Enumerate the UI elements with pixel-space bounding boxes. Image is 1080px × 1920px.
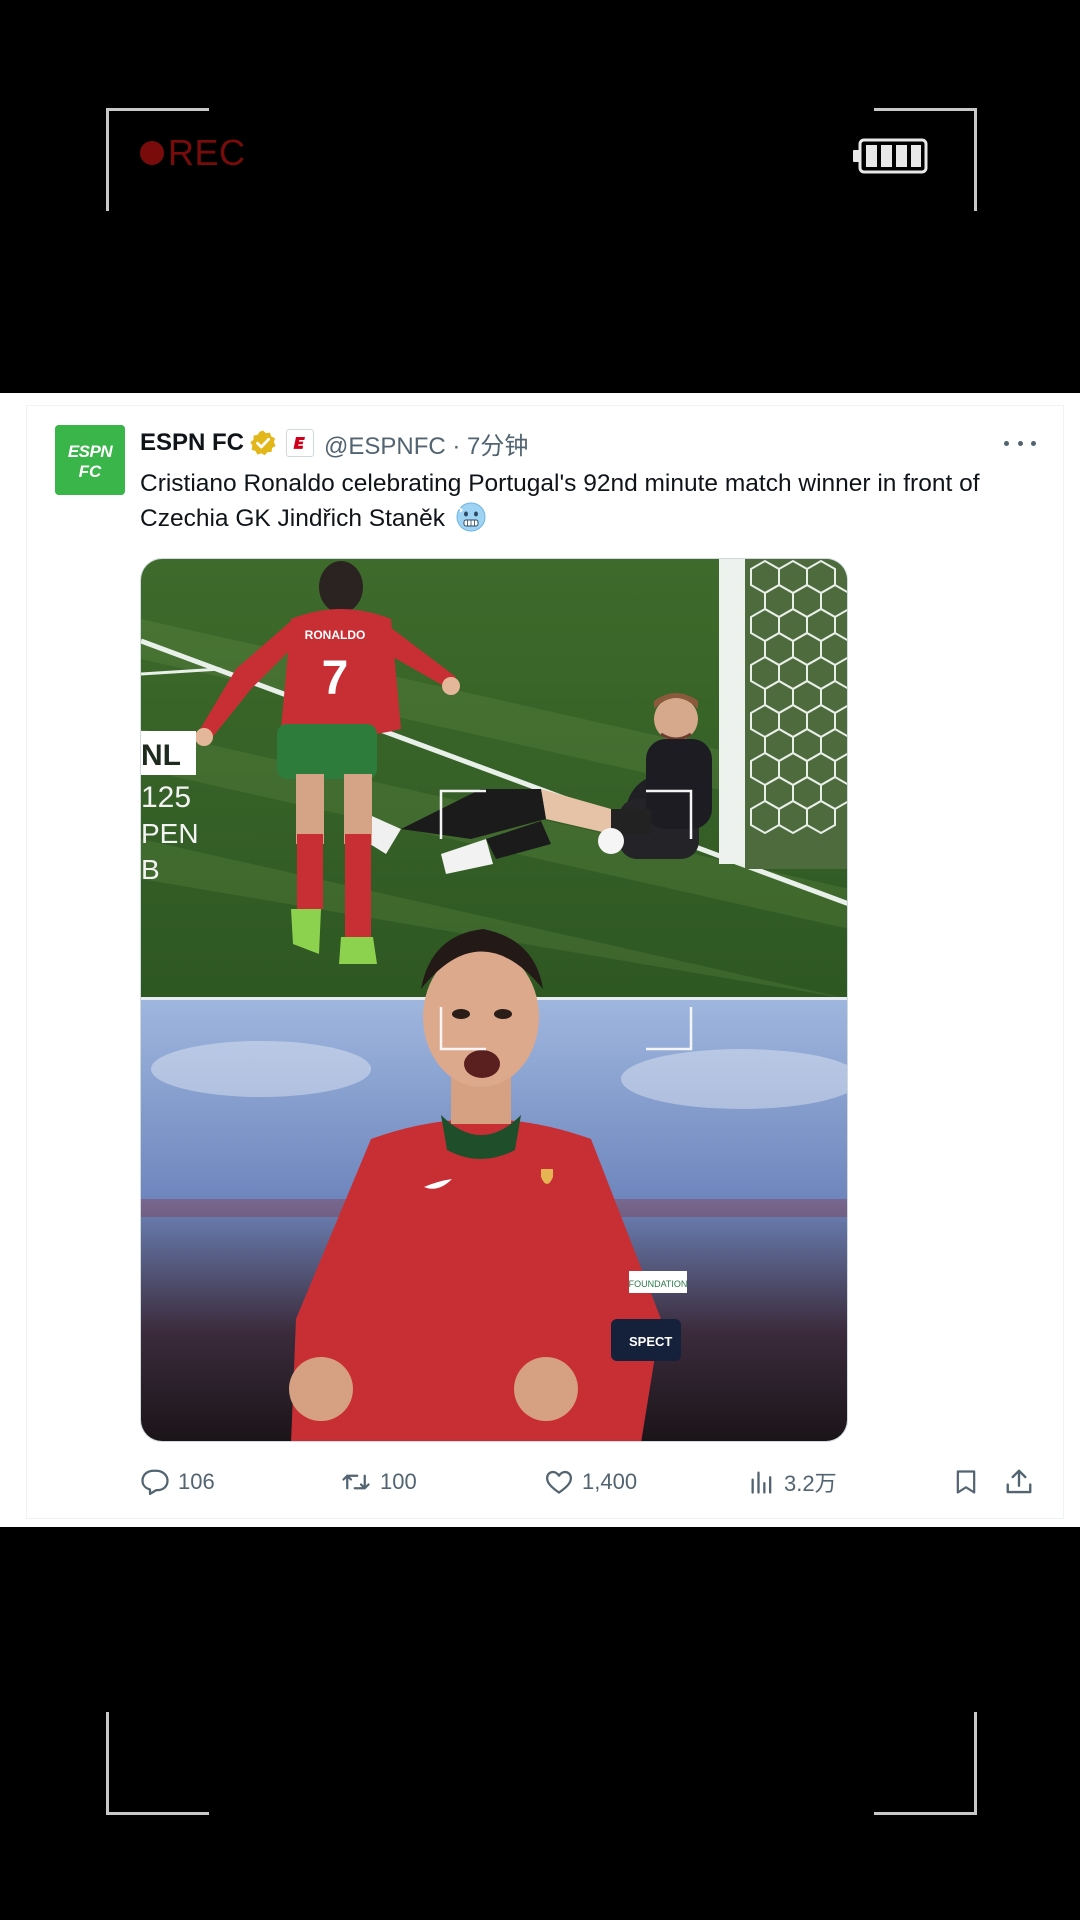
handle-and-timestamp[interactable]: @ESPNFC · 7分钟	[324, 426, 528, 461]
retweet-count: 100	[380, 1469, 417, 1494]
bookmark-button[interactable]	[952, 1462, 988, 1502]
espn-affiliate-badge-icon[interactable]	[286, 429, 315, 457]
jersey-number-text: 7	[322, 652, 349, 705]
overlay-line-2: 125	[141, 781, 191, 814]
overlay-line-1: NL	[141, 739, 181, 772]
armband-text: SPECT	[629, 1334, 672, 1349]
espnfc-avatar[interactable]: ESPN FC	[55, 425, 125, 495]
rec-label: REC	[168, 132, 246, 173]
viewfinder-corner-bottom-left	[106, 1712, 209, 1815]
share-button[interactable]	[1004, 1462, 1042, 1502]
tweet-text-body: Cristiano Ronaldo celebrating Portugal's…	[140, 470, 980, 532]
sleeve-patch-text: FOUNDATION	[629, 1279, 688, 1289]
jersey-name-text: RONALDO	[305, 628, 366, 642]
more-options-icon[interactable]	[1004, 431, 1036, 455]
views-chart-icon	[751, 1471, 772, 1494]
share-icon	[1006, 1469, 1032, 1494]
tweet-header: ESPN FC @ESPNFC · 7分钟	[140, 426, 528, 460]
reply-button[interactable]: 106	[140, 1462, 215, 1502]
reply-icon	[141, 1469, 169, 1495]
tweet-text: Cristiano Ronaldo celebrating Portugal's…	[140, 466, 1040, 536]
svg-text:ESPN: ESPN	[68, 442, 114, 461]
rec-indicator: REC	[140, 132, 246, 174]
retweet-icon	[342, 1474, 370, 1490]
retweet-button[interactable]: 100	[340, 1462, 417, 1502]
record-dot-icon	[140, 141, 164, 165]
viewfinder-corner-bottom-right	[874, 1712, 977, 1815]
overlay-line-3: PEN	[141, 818, 199, 849]
views-button[interactable]: 3.2万	[748, 1462, 837, 1502]
like-count: 1,400	[582, 1469, 638, 1494]
like-button[interactable]: 1,400	[544, 1462, 637, 1502]
tweet-media-image[interactable]: RONALDO 7 NL 125 PEN B FOUNDATION SPECT	[140, 558, 848, 1442]
views-count: 3.2万	[784, 1471, 837, 1496]
reply-count: 106	[178, 1469, 215, 1494]
cold-face-emoji-icon	[456, 502, 486, 532]
author-name[interactable]: ESPN FC	[140, 429, 244, 457]
overlay-line-4: B	[141, 854, 160, 885]
heart-icon	[546, 1470, 572, 1494]
verified-badge-icon	[250, 430, 276, 456]
battery-icon	[853, 138, 928, 174]
tweet-action-bar: 106 100 1,400 3.2万	[0, 1462, 1080, 1502]
svg-text:FC: FC	[79, 462, 102, 481]
bookmark-icon	[956, 1470, 976, 1494]
